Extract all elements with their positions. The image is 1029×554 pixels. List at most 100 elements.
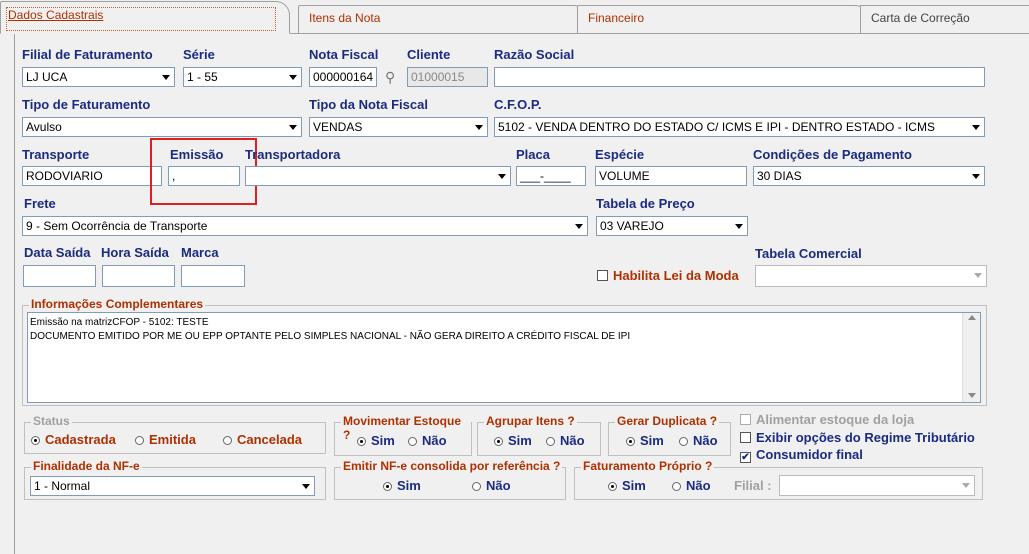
transportadora-select[interactable]: [245, 166, 511, 186]
cfop-select[interactable]: 5102 - VENDA DENTRO DO ESTADO C/ ICMS E …: [494, 117, 985, 137]
razao-social-input[interactable]: [494, 67, 985, 87]
faturamento-sim-radio[interactable]: Sim: [608, 478, 646, 493]
radio-label: Sim: [622, 478, 646, 493]
razao-social-label: Razão Social: [494, 47, 575, 62]
checkbox-box[interactable]: [597, 270, 608, 281]
gerar-nao-radio[interactable]: Não: [679, 433, 718, 448]
emitir-sim-radio[interactable]: Sim: [383, 478, 421, 493]
condicoes-select[interactable]: 30 DIAS: [753, 166, 985, 186]
status-cadastrada-radio[interactable]: Cadastrada: [31, 432, 116, 447]
tab-dados-cadastrais[interactable]: Dados Cadastrais: [0, 1, 290, 34]
status-option-label: Emitida: [149, 432, 196, 447]
chevron-down-icon[interactable]: [158, 68, 174, 86]
especie-label: Espécie: [595, 147, 645, 162]
condicoes-value: 30 DIAS: [757, 169, 802, 183]
placa-input[interactable]: ___-____: [516, 166, 586, 186]
tab-label: Financeiro: [588, 11, 645, 25]
tipo-nota-select[interactable]: VENDAS: [309, 117, 488, 137]
gerar-sim-radio[interactable]: Sim: [626, 433, 664, 448]
tabela-comercial-select[interactable]: [755, 265, 987, 287]
alimentar-estoque-checkbox[interactable]: Alimentar estoque da loja: [740, 412, 914, 427]
tab-carta-de-correcao[interactable]: Carta de Correção: [860, 5, 1029, 33]
hora-saida-input[interactable]: [102, 265, 175, 287]
habilita-label: Habilita Lei da Moda: [613, 268, 739, 283]
status-cancelada-radio[interactable]: Cancelada: [223, 432, 302, 447]
radio-dot[interactable]: [223, 436, 232, 445]
transporte-input[interactable]: RODOVIARIO: [22, 166, 162, 186]
info-textarea[interactable]: Emissão na matrizCFOP - 5102: TESTE DOCU…: [27, 312, 981, 403]
chevron-down-icon[interactable]: [471, 118, 487, 136]
agrupar-sim-radio[interactable]: Sim: [494, 433, 532, 448]
transportadora-label: Transportadora: [245, 147, 341, 162]
checkbox-box[interactable]: [740, 432, 751, 443]
chevron-down-icon[interactable]: [494, 167, 510, 185]
chevron-down-icon[interactable]: [968, 167, 984, 185]
scroll-down-icon[interactable]: [968, 393, 976, 398]
radio-label: Sim: [371, 433, 395, 448]
scroll-up-icon[interactable]: [968, 315, 976, 320]
especie-input[interactable]: VOLUME: [595, 166, 747, 186]
tab-itens-da-nota[interactable]: Itens da Nota: [298, 5, 588, 33]
filial-select[interactable]: LJ UCA: [22, 67, 175, 87]
radio-label: Não: [486, 478, 511, 493]
chevron-down-icon[interactable]: [958, 476, 974, 494]
tipo-faturamento-select[interactable]: Avulso: [22, 117, 302, 137]
faturamento-nao-radio[interactable]: Não: [672, 478, 711, 493]
tab-label: Dados Cadastrais: [8, 8, 104, 22]
radio-dot[interactable]: [357, 437, 366, 446]
checkmark-icon[interactable]: ✔: [740, 452, 751, 463]
radio-dot[interactable]: [472, 482, 481, 491]
cfop-value: 5102 - VENDA DENTRO DO ESTADO C/ ICMS E …: [498, 120, 935, 134]
radio-label: Não: [422, 433, 447, 448]
chevron-down-icon[interactable]: [571, 217, 587, 235]
movimentar-sim-radio[interactable]: Sim: [357, 433, 395, 448]
marca-input[interactable]: [181, 265, 245, 287]
tab-financeiro[interactable]: Financeiro: [577, 5, 869, 33]
exibir-regime-checkbox[interactable]: Exibir opções do Regime Tributário: [740, 430, 975, 445]
chevron-down-icon[interactable]: [285, 68, 301, 86]
chevron-down-icon[interactable]: [285, 118, 301, 136]
tabela-preco-label: Tabela de Preço: [596, 196, 695, 211]
habilita-checkbox[interactable]: Habilita Lei da Moda: [597, 268, 739, 283]
nota-fiscal-input[interactable]: 000000164: [309, 67, 377, 87]
movimentar-nao-radio[interactable]: Não: [408, 433, 447, 448]
radio-dot[interactable]: [626, 437, 635, 446]
filial-bottom-select[interactable]: [779, 475, 975, 496]
finalidade-select[interactable]: 1 - Normal: [30, 476, 315, 496]
tab-label: Carta de Correção: [871, 11, 970, 25]
tipo-faturamento-label: Tipo de Faturamento: [22, 97, 151, 112]
radio-dot[interactable]: [383, 482, 392, 491]
radio-dot[interactable]: [546, 437, 555, 446]
frete-select[interactable]: 9 - Sem Ocorrência de Transporte: [22, 216, 588, 236]
cliente-input[interactable]: 01000015: [407, 67, 488, 87]
radio-label: Sim: [508, 433, 532, 448]
radio-dot[interactable]: [672, 482, 681, 491]
status-emitida-radio[interactable]: Emitida: [135, 432, 196, 447]
chevron-down-icon[interactable]: [970, 266, 986, 286]
consumidor-final-checkbox[interactable]: ✔ Consumidor final: [740, 447, 863, 463]
checkbox-box[interactable]: [740, 414, 751, 425]
radio-label: Não: [693, 433, 718, 448]
cfop-label: C.F.O.P.: [494, 97, 542, 112]
radio-dot[interactable]: [608, 482, 617, 491]
radio-dot[interactable]: [494, 437, 503, 446]
radio-dot[interactable]: [31, 436, 40, 445]
finalidade-title: Finalidade da NF-e: [31, 459, 142, 473]
chevron-down-icon[interactable]: [298, 477, 314, 495]
chevron-down-icon[interactable]: [968, 118, 984, 136]
gerar-title: Gerar Duplicata ?: [615, 414, 720, 428]
radio-dot[interactable]: [408, 437, 417, 446]
tabela-preco-select[interactable]: 03 VAREJO: [596, 216, 748, 236]
emitir-nao-radio[interactable]: Não: [472, 478, 511, 493]
vertical-scrollbar[interactable]: [962, 313, 980, 402]
movimentar-group: Movimentar Estoque ?: [334, 414, 472, 456]
serie-select[interactable]: 1 - 55: [183, 67, 302, 87]
search-icon[interactable]: ⚲: [385, 69, 395, 86]
radio-dot[interactable]: [135, 436, 144, 445]
data-saida-input[interactable]: [23, 265, 96, 287]
radio-dot[interactable]: [679, 437, 688, 446]
chevron-down-icon[interactable]: [731, 217, 747, 235]
radio-label: Sim: [640, 433, 664, 448]
agrupar-nao-radio[interactable]: Não: [546, 433, 585, 448]
highlight-box: [150, 138, 257, 205]
